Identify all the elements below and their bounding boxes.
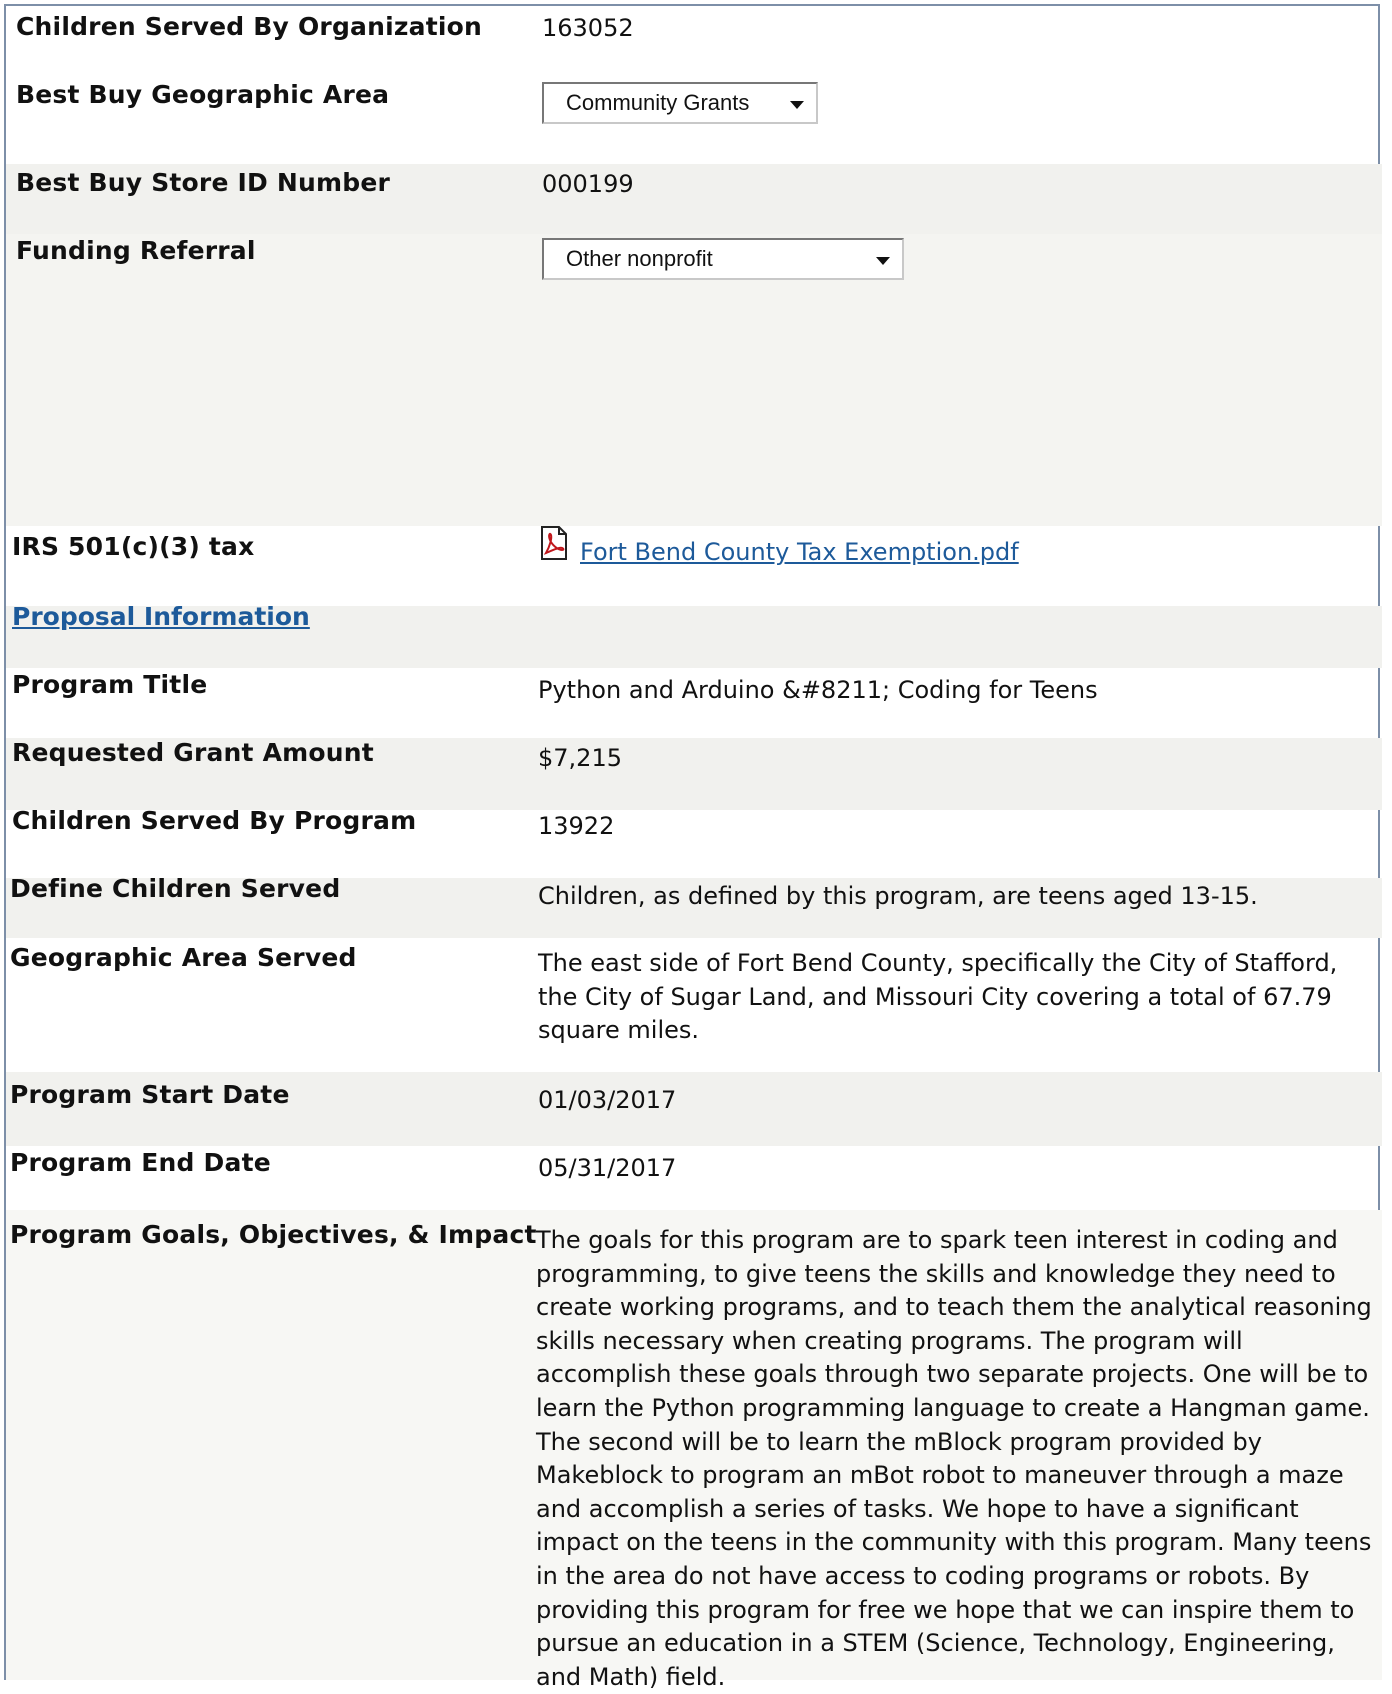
goals-value: The goals for this program are to spark … xyxy=(536,1226,1372,1691)
store-id-label: Best Buy Store ID Number xyxy=(16,168,391,197)
irs-file-link[interactable]: Fort Bend County Tax Exemption.pdf xyxy=(580,536,1392,570)
children-served-org-value: 163052 xyxy=(542,14,634,42)
grant-amount-label: Requested Grant Amount xyxy=(12,738,374,767)
geo-area-selected: Community Grants xyxy=(566,90,750,115)
program-title-value: Python and Arduino &#8211; Coding for Te… xyxy=(538,676,1098,704)
children-program-value: 13922 xyxy=(538,812,615,840)
define-children-label: Define Children Served xyxy=(10,874,341,903)
funding-referral-select[interactable]: Other nonprofit xyxy=(542,238,904,280)
geo-area-label: Best Buy Geographic Area xyxy=(16,80,390,109)
children-served-org-label: Children Served By Organization xyxy=(16,12,482,41)
chevron-down-icon xyxy=(876,257,890,265)
geo-served-value: The east side of Fort Bend County, speci… xyxy=(538,949,1338,1045)
proposal-information-link[interactable]: Proposal Information xyxy=(12,602,310,631)
application-form: Children Served By Organization 163052 B… xyxy=(4,4,1382,1691)
end-date-label: Program End Date xyxy=(10,1148,271,1177)
start-date-value: 01/03/2017 xyxy=(538,1086,677,1114)
geo-served-label: Geographic Area Served xyxy=(10,943,357,972)
grant-amount-value: $7,215 xyxy=(538,744,622,772)
program-title-label: Program Title xyxy=(12,670,208,699)
end-date-value: 05/31/2017 xyxy=(538,1154,677,1182)
start-date-label: Program Start Date xyxy=(10,1080,290,1109)
children-program-label: Children Served By Program xyxy=(12,806,417,835)
irs-label: IRS 501(c)(3) tax xyxy=(12,532,255,561)
store-id-value: 000199 xyxy=(542,170,634,198)
irs-file-link-text[interactable]: Fort Bend County Tax Exemption.pdf xyxy=(580,538,1019,566)
goals-label: Program Goals, Objectives, & Impact xyxy=(10,1220,537,1249)
funding-referral-selected: Other nonprofit xyxy=(566,246,713,271)
chevron-down-icon xyxy=(790,101,804,109)
pdf-icon xyxy=(541,526,567,560)
funding-referral-label: Funding Referral xyxy=(16,236,256,265)
define-children-value: Children, as defined by this program, ar… xyxy=(538,882,1258,910)
geo-area-select[interactable]: Community Grants xyxy=(542,82,818,124)
